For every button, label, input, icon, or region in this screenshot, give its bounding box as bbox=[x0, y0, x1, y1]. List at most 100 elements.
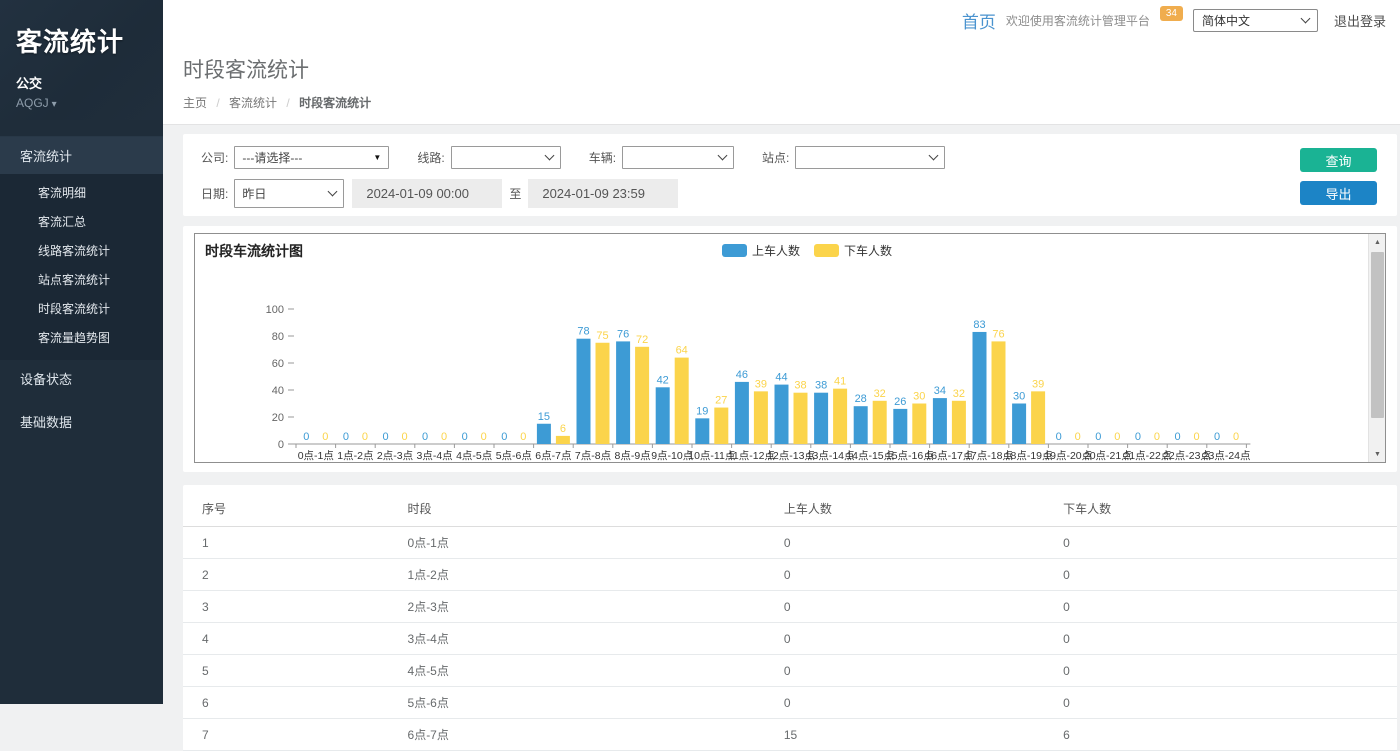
sidebar-section-设备状态[interactable]: 设备状态 bbox=[0, 360, 163, 397]
main-area: 首页 欢迎使用客流统计管理平台 34 简体中文 退出登录 时段客流统计 主页 /… bbox=[163, 0, 1400, 704]
sidebar-item-线路客流统计[interactable]: 线路客流统计 bbox=[0, 236, 163, 265]
svg-text:30: 30 bbox=[1013, 391, 1025, 403]
svg-text:0: 0 bbox=[1075, 431, 1081, 443]
app-title: 客流统计 bbox=[16, 22, 147, 59]
svg-text:41: 41 bbox=[834, 376, 846, 388]
table-cell: 3 bbox=[183, 591, 402, 623]
date-preset-select[interactable]: 昨日 bbox=[234, 179, 344, 208]
svg-text:0: 0 bbox=[462, 431, 468, 443]
page-heading: 时段客流统计 主页 / 客流统计 / 时段客流统计 bbox=[163, 40, 1400, 125]
scroll-up-icon[interactable]: ▲ bbox=[1369, 234, 1386, 250]
svg-text:80: 80 bbox=[272, 331, 284, 343]
svg-text:0: 0 bbox=[1174, 431, 1180, 443]
language-select[interactable]: 简体中文 bbox=[1193, 9, 1318, 32]
table-cell: 4点-5点 bbox=[402, 655, 778, 687]
sidebar-item-客流汇总[interactable]: 客流汇总 bbox=[0, 207, 163, 236]
svg-text:76: 76 bbox=[617, 328, 629, 340]
scroll-down-icon[interactable]: ▼ bbox=[1369, 446, 1386, 462]
svg-text:3点-4点: 3点-4点 bbox=[417, 450, 453, 462]
table-cell: 0 bbox=[778, 655, 1057, 687]
logout-link[interactable]: 退出登录 bbox=[1334, 11, 1386, 30]
query-button[interactable]: 查询 bbox=[1300, 148, 1377, 172]
scrollbar-thumb[interactable] bbox=[1371, 252, 1384, 418]
date-from-input[interactable]: 2024-01-09 00:00 bbox=[352, 179, 502, 208]
sidebar-section-基础数据[interactable]: 基础数据 bbox=[0, 403, 163, 440]
svg-text:2点-3点: 2点-3点 bbox=[377, 450, 413, 462]
line-select[interactable] bbox=[451, 146, 561, 169]
station-label: 站点: bbox=[762, 149, 789, 166]
chart-vertical-scrollbar[interactable]: ▲ ▼ bbox=[1368, 234, 1385, 462]
legend-label: 上车人数 bbox=[752, 242, 800, 259]
svg-text:0: 0 bbox=[1056, 431, 1062, 443]
sidebar-item-时段客流统计[interactable]: 时段客流统计 bbox=[0, 294, 163, 323]
legend-item-上车人数[interactable]: 上车人数 bbox=[722, 242, 800, 259]
sidebar-item-客流明细[interactable]: 客流明细 bbox=[0, 178, 163, 207]
station-select[interactable] bbox=[795, 146, 945, 169]
svg-text:38: 38 bbox=[815, 380, 827, 392]
svg-text:26: 26 bbox=[894, 396, 906, 408]
table-row: 43点-4点00 bbox=[183, 623, 1397, 655]
table-row: 76点-7点156 bbox=[183, 719, 1397, 751]
table-cell: 0 bbox=[778, 623, 1057, 655]
table-row: 54点-5点00 bbox=[183, 655, 1397, 687]
svg-text:39: 39 bbox=[755, 378, 767, 390]
table-cell: 5点-6点 bbox=[402, 687, 778, 719]
table-cell: 0 bbox=[778, 687, 1057, 719]
table-cell: 2 bbox=[183, 559, 402, 591]
svg-text:6: 6 bbox=[560, 423, 566, 435]
legend-label: 下车人数 bbox=[844, 242, 892, 259]
home-link[interactable]: 首页 bbox=[962, 8, 996, 33]
svg-text:28: 28 bbox=[855, 393, 867, 405]
table-row: 10点-1点00 bbox=[183, 527, 1397, 559]
triangle-down-icon: ▼ bbox=[373, 153, 381, 162]
chart-legend: 上车人数 下车人数 bbox=[722, 242, 892, 259]
svg-text:0: 0 bbox=[401, 431, 407, 443]
table-cell: 0 bbox=[1057, 559, 1397, 591]
table-cell: 5 bbox=[183, 655, 402, 687]
table-cell: 0 bbox=[778, 559, 1057, 591]
sidebar-item-站点客流统计[interactable]: 站点客流统计 bbox=[0, 265, 163, 294]
table-cell: 1点-2点 bbox=[402, 559, 778, 591]
svg-text:60: 60 bbox=[272, 358, 284, 370]
svg-text:0: 0 bbox=[278, 439, 284, 451]
company-value: ---请选择--- bbox=[242, 149, 302, 166]
svg-text:0: 0 bbox=[520, 431, 526, 443]
caret-down-icon: ▾ bbox=[52, 99, 57, 110]
svg-text:76: 76 bbox=[992, 328, 1004, 340]
company-select[interactable]: ---请选择--- ▼ bbox=[234, 146, 389, 169]
legend-item-下车人数[interactable]: 下车人数 bbox=[814, 242, 892, 259]
svg-text:0: 0 bbox=[303, 431, 309, 443]
column-header-下车人数: 下车人数 bbox=[1057, 491, 1397, 527]
breadcrumb-home[interactable]: 主页 bbox=[183, 96, 207, 110]
date-to-input[interactable]: 2024-01-09 23:59 bbox=[528, 179, 678, 208]
export-button[interactable]: 导出 bbox=[1300, 181, 1377, 205]
sidebar-item-客流量趋势图[interactable]: 客流量趋势图 bbox=[0, 323, 163, 352]
svg-text:0点-1点: 0点-1点 bbox=[298, 450, 334, 462]
notification-badge[interactable]: 34 bbox=[1160, 6, 1183, 21]
date-label: 日期: bbox=[201, 185, 228, 202]
svg-text:32: 32 bbox=[953, 388, 965, 400]
table-row: 32点-3点00 bbox=[183, 591, 1397, 623]
svg-text:0: 0 bbox=[1154, 431, 1160, 443]
svg-text:0: 0 bbox=[1193, 431, 1199, 443]
svg-text:0: 0 bbox=[1114, 431, 1120, 443]
sidebar-section-客流统计[interactable]: 客流统计 bbox=[0, 136, 163, 174]
chevron-down-icon bbox=[328, 187, 338, 197]
bar-chart: 020406080100000点-1点001点-2点002点-3点003点-4点… bbox=[195, 260, 1370, 463]
sidebar-submenu: 客流明细客流汇总线路客流统计站点客流统计时段客流统计客流量趋势图 bbox=[0, 174, 163, 360]
breadcrumb-section[interactable]: 客流统计 bbox=[229, 96, 277, 110]
svg-text:42: 42 bbox=[657, 374, 669, 386]
column-header-上车人数: 上车人数 bbox=[778, 491, 1057, 527]
legend-swatch bbox=[722, 244, 747, 257]
svg-text:0: 0 bbox=[481, 431, 487, 443]
svg-text:46: 46 bbox=[736, 369, 748, 381]
svg-text:39: 39 bbox=[1032, 378, 1044, 390]
svg-text:34: 34 bbox=[934, 385, 946, 397]
table-cell: 4 bbox=[183, 623, 402, 655]
table-cell: 1 bbox=[183, 527, 402, 559]
topbar: 首页 欢迎使用客流统计管理平台 34 简体中文 退出登录 bbox=[163, 0, 1400, 40]
vehicle-select[interactable] bbox=[622, 146, 734, 169]
org-code-dropdown[interactable]: AQGJ▾ bbox=[16, 96, 147, 110]
table-cell: 3点-4点 bbox=[402, 623, 778, 655]
svg-text:15: 15 bbox=[538, 411, 550, 423]
